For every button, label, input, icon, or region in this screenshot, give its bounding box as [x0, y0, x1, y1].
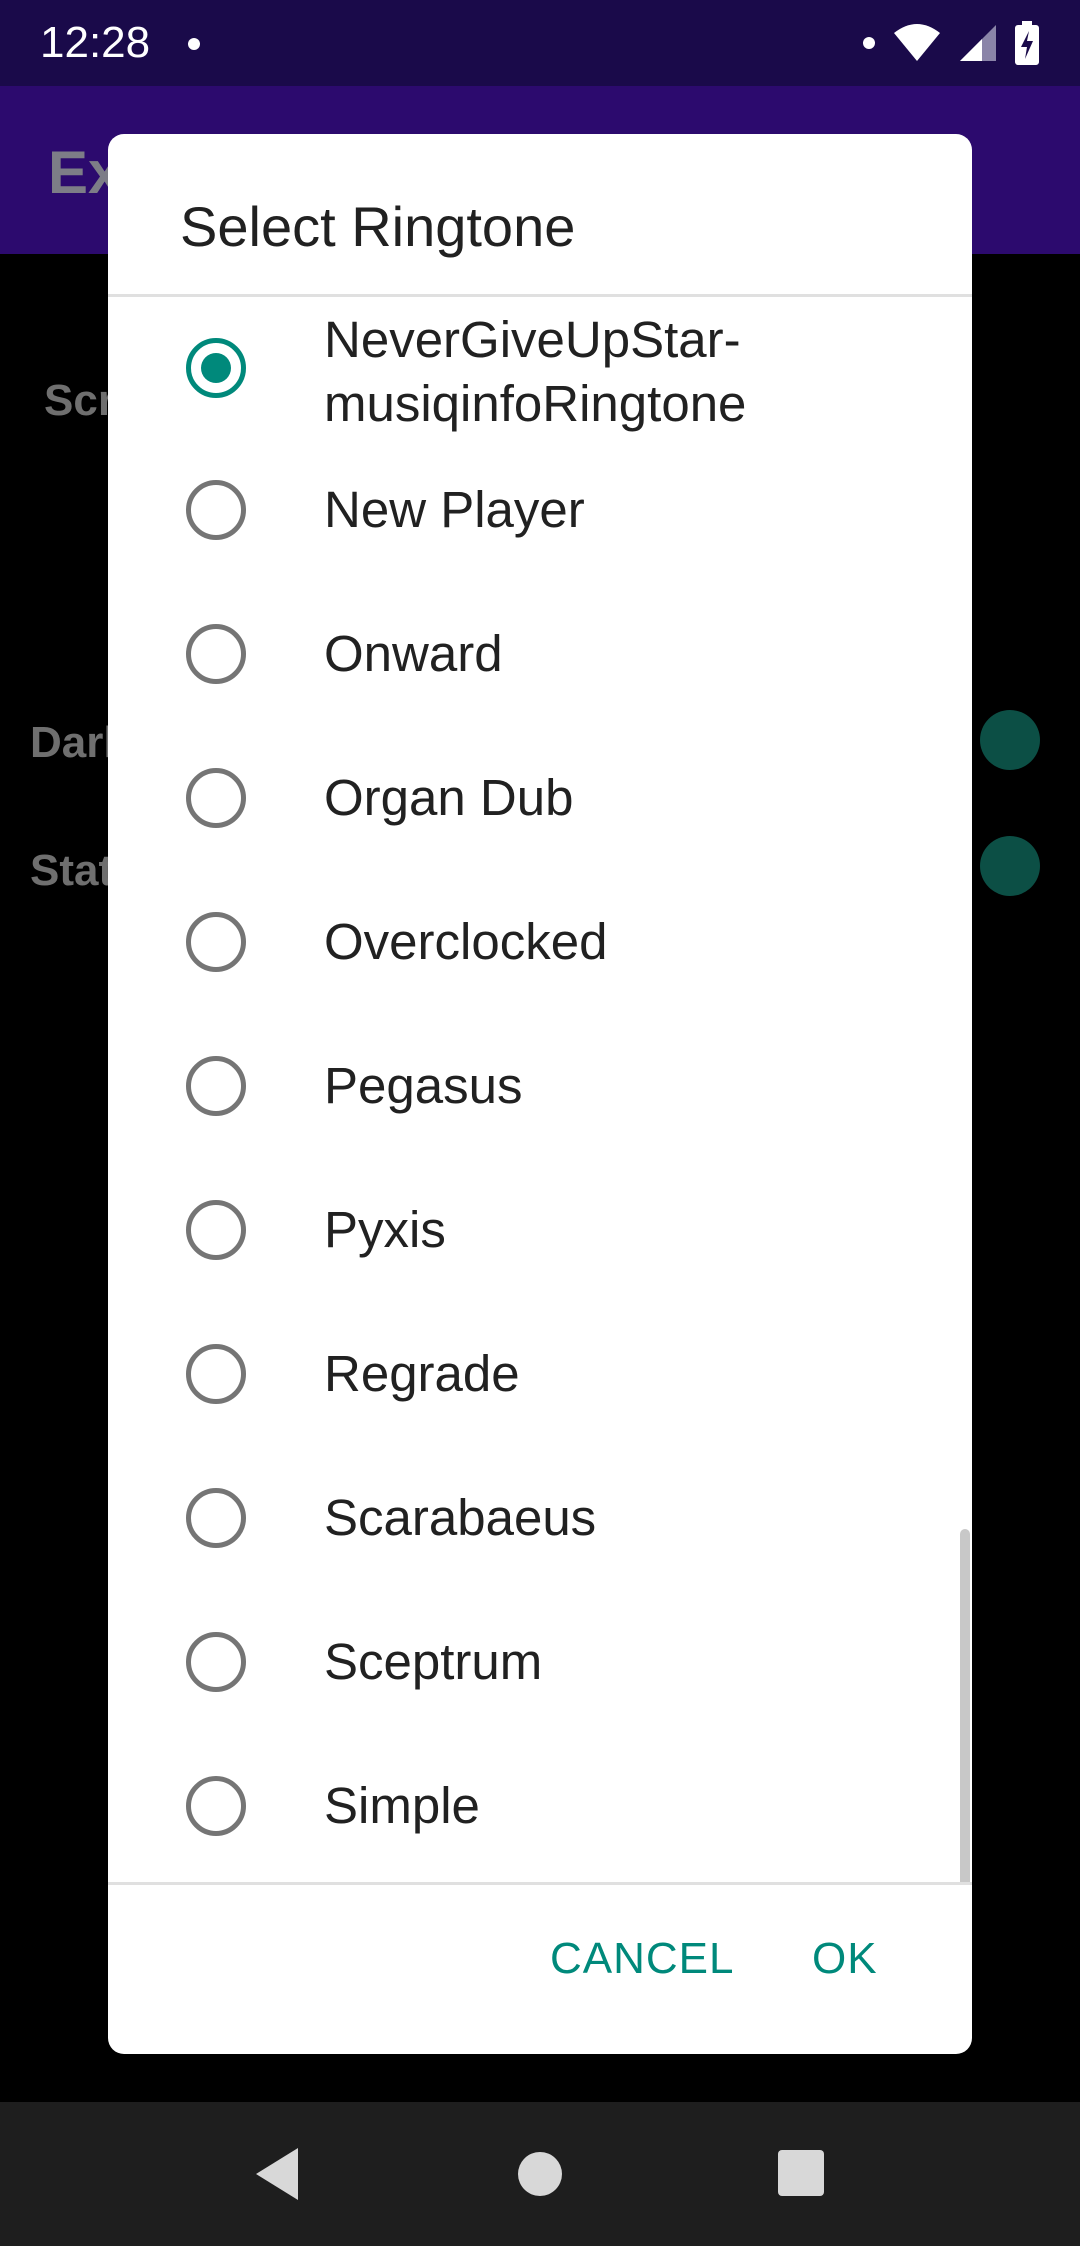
- home-icon[interactable]: [508, 2142, 572, 2206]
- ringtone-label: Organ Dub: [324, 769, 574, 826]
- cell-signal-icon: [958, 23, 998, 63]
- radio-button-icon[interactable]: [186, 1488, 246, 1548]
- ringtone-label: Pyxis: [324, 1201, 446, 1258]
- radio-button-icon[interactable]: [186, 1632, 246, 1692]
- ringtone-label: Regrade: [324, 1345, 520, 1402]
- ringtone-label: Simple: [324, 1777, 480, 1834]
- ringtone-option[interactable]: Onward: [108, 591, 972, 735]
- ringtone-option[interactable]: NeverGiveUpStar- musiqinfoRingtone: [108, 297, 972, 447]
- cancel-button[interactable]: CANCEL: [550, 1934, 735, 1984]
- divider: [108, 1882, 972, 1885]
- ringtone-option[interactable]: Scarabaeus: [108, 1455, 972, 1599]
- ringtone-list[interactable]: NeverGiveUpStar- musiqinfoRingtone New P…: [108, 297, 972, 1882]
- ringtone-option[interactable]: Pyxis: [108, 1167, 972, 1311]
- ringtone-option[interactable]: Pegasus: [108, 1023, 972, 1167]
- radio-button-icon[interactable]: [186, 1056, 246, 1116]
- screen: 12:28 Ex Scr Darl Stat Select Ringtone N…: [0, 0, 1080, 2246]
- settings-item-label: Stat: [30, 846, 114, 895]
- wifi-icon: [892, 23, 942, 63]
- battery-charging-icon: [1014, 21, 1040, 65]
- ringtone-label: Pegasus: [324, 1057, 523, 1114]
- ringtone-label: Sceptrum: [324, 1633, 543, 1690]
- radio-button-icon[interactable]: [186, 768, 246, 828]
- settings-item-label: Darl: [30, 718, 116, 767]
- ok-button[interactable]: OK: [812, 1934, 878, 1984]
- radio-button-icon[interactable]: [186, 1776, 246, 1836]
- navigation-bar: [0, 2102, 1080, 2246]
- ringtone-dialog: Select Ringtone NeverGiveUpStar- musiqin…: [108, 134, 972, 2054]
- radio-button-icon[interactable]: [186, 624, 246, 684]
- toggle-switch: [980, 836, 1040, 896]
- radio-button-icon[interactable]: [186, 912, 246, 972]
- back-icon[interactable]: [248, 2142, 312, 2206]
- status-bar: 12:28: [0, 0, 1080, 86]
- ringtone-label: Scarabaeus: [324, 1489, 597, 1546]
- ringtone-option[interactable]: New Player: [108, 447, 972, 591]
- radio-button-icon[interactable]: [186, 1344, 246, 1404]
- recent-apps-icon[interactable]: [770, 2142, 834, 2206]
- ringtone-label: New Player: [324, 481, 585, 538]
- ringtone-label: Overclocked: [324, 913, 608, 970]
- radio-button-icon[interactable]: [186, 480, 246, 540]
- ringtone-option[interactable]: Sceptrum: [108, 1599, 972, 1743]
- ringtone-option[interactable]: Simple: [108, 1743, 972, 1882]
- radio-button-icon[interactable]: [186, 1200, 246, 1260]
- radio-button-checked-icon[interactable]: [186, 338, 246, 398]
- scrollbar-thumb[interactable]: [960, 1529, 970, 1882]
- ringtone-label: Onward: [324, 625, 503, 682]
- status-time: 12:28: [40, 18, 151, 67]
- ringtone-option[interactable]: Organ Dub: [108, 735, 972, 879]
- ringtone-option[interactable]: Regrade: [108, 1311, 972, 1455]
- status-icons: [862, 20, 1040, 66]
- settings-item-label: Scr: [44, 376, 115, 425]
- notification-dot-icon: [188, 38, 200, 50]
- toggle-switch: [980, 710, 1040, 770]
- notification-dot-icon: [862, 36, 876, 50]
- ringtone-option[interactable]: Overclocked: [108, 879, 972, 1023]
- dialog-title: Select Ringtone: [180, 195, 576, 258]
- ringtone-label: NeverGiveUpStar- musiqinfoRingtone: [324, 311, 747, 432]
